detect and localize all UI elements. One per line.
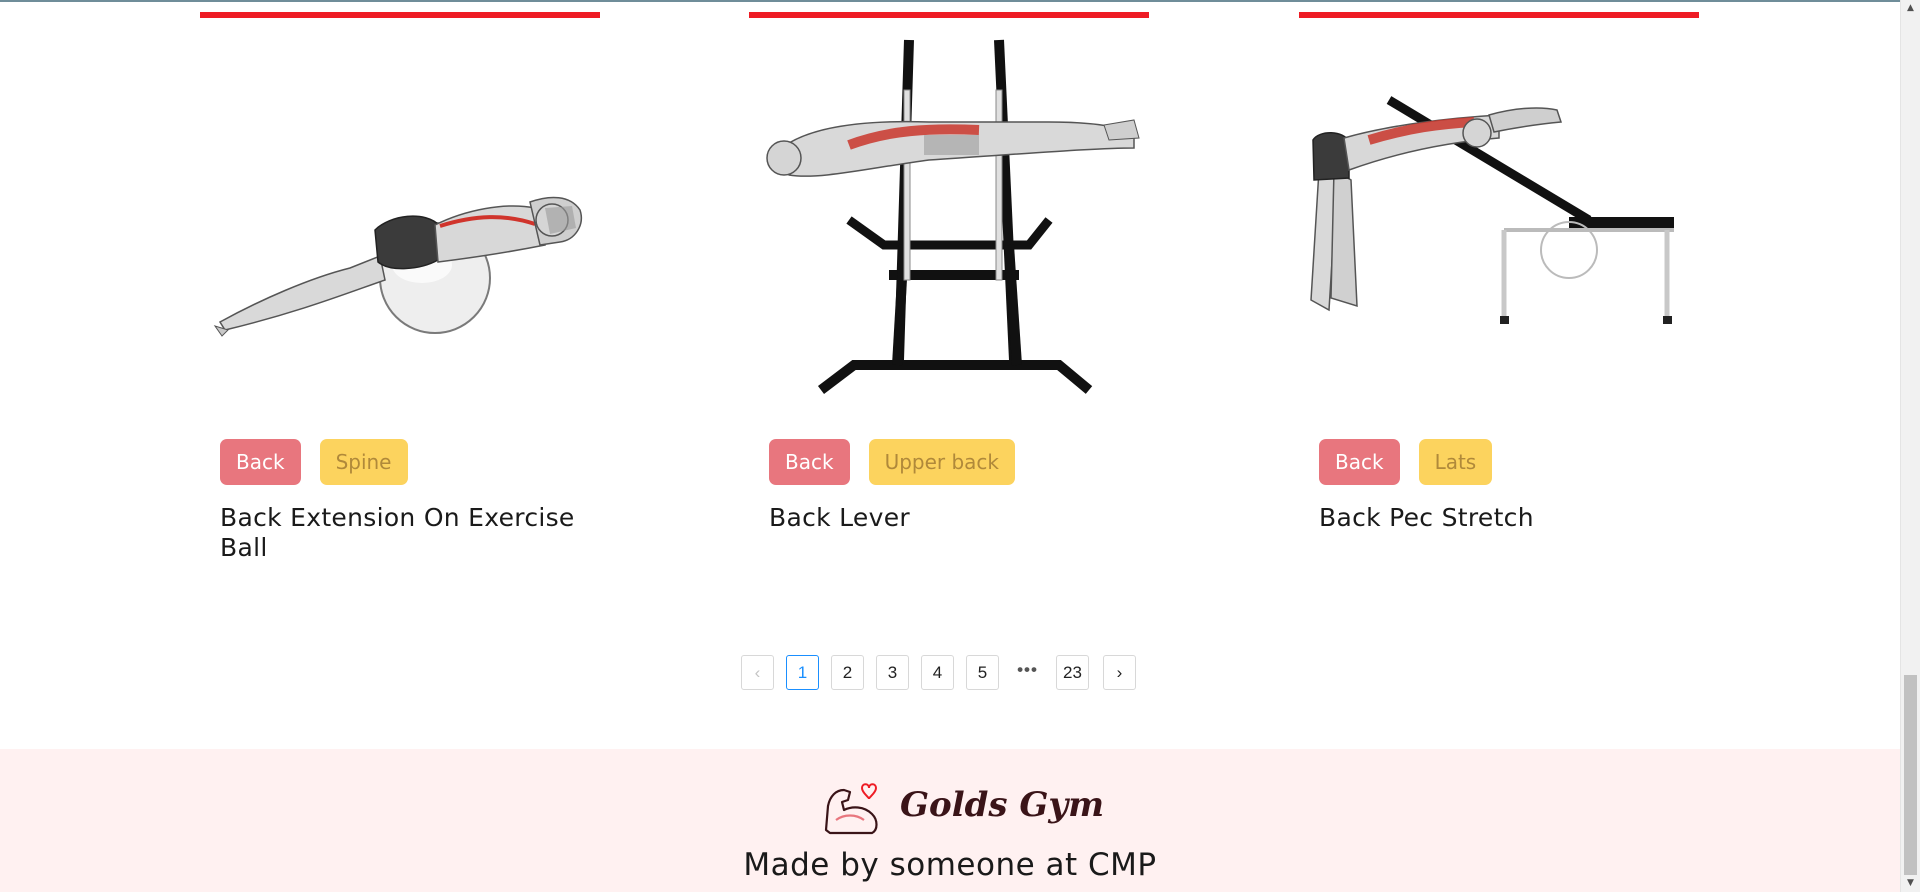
page-button-1[interactable]: 1 (786, 655, 819, 690)
card-accent-bar (200, 12, 600, 18)
body-part-tag[interactable]: Back (1319, 439, 1400, 485)
page: Back Spine Back Extension On Exercise Ba… (0, 0, 1920, 892)
triangle-down-icon[interactable]: ▼ (1901, 875, 1920, 892)
page-button-5[interactable]: 5 (966, 655, 999, 690)
card-accent-bar (749, 12, 1149, 18)
page-ellipsis[interactable]: ••• (1011, 655, 1044, 690)
brand-name[interactable]: Golds Gym (900, 785, 1104, 825)
card-accent-bar (1299, 12, 1699, 18)
target-tag[interactable]: Upper back (868, 439, 1016, 485)
next-page-button[interactable]: › (1103, 655, 1136, 690)
exercise-card-back-pec-stretch[interactable]: Back Lats Back Pec Stretch (1299, 0, 1699, 600)
footer-credit: Made by someone at CMP (743, 847, 1157, 883)
target-tag[interactable]: Spine (319, 439, 408, 485)
body-part-tag[interactable]: Back (769, 439, 850, 485)
exercise-image (1310, 96, 1674, 324)
page-button-4[interactable]: 4 (921, 655, 954, 690)
exercise-image (213, 196, 582, 337)
page-button-2[interactable]: 2 (831, 655, 864, 690)
exercise-name: Back Lever (769, 503, 910, 532)
flexed-arm-heart-icon (824, 783, 878, 835)
tag-row: Back Spine (220, 439, 408, 485)
body-part-tag[interactable]: Back (220, 439, 301, 485)
scrollbar-thumb[interactable] (1904, 675, 1917, 875)
exercise-name: Back Extension On Exercise Ball (220, 503, 575, 562)
tag-row: Back Lats (1319, 439, 1493, 485)
exercise-name: Back Pec Stretch (1319, 503, 1534, 532)
exercise-card-back-extension[interactable]: Back Spine Back Extension On Exercise Ba… (200, 0, 600, 600)
triangle-up-icon[interactable]: ▲ (1901, 0, 1920, 17)
exercise-card-back-lever[interactable]: Back Upper back Back Lever (749, 0, 1149, 600)
target-tag[interactable]: Lats (1418, 439, 1493, 485)
vertical-scrollbar[interactable]: ▲ ▼ (1900, 0, 1920, 892)
exercise-image (766, 39, 1140, 394)
tag-row: Back Upper back (769, 439, 1016, 485)
page-button-last[interactable]: 23 (1056, 655, 1089, 690)
page-button-3[interactable]: 3 (876, 655, 909, 690)
prev-page-button[interactable]: ‹ (741, 655, 774, 690)
